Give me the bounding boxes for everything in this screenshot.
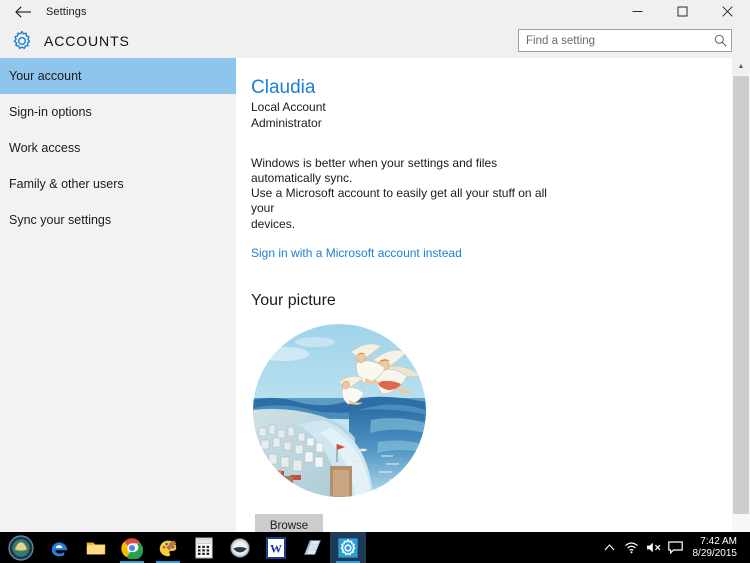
magnifier-icon bbox=[714, 34, 727, 47]
taskbar-item-word[interactable]: W bbox=[258, 532, 294, 563]
clock[interactable]: 7:42 AM 8/29/2015 bbox=[687, 536, 746, 559]
speaker-muted-icon bbox=[646, 542, 660, 553]
sidebar-item-sync-your-settings[interactable]: Sync your settings bbox=[0, 202, 236, 238]
sidebar-item-label: Family & other users bbox=[9, 177, 124, 191]
title-bar: Settings bbox=[0, 0, 750, 23]
window-title: Settings bbox=[46, 5, 87, 18]
word-icon: W bbox=[266, 536, 286, 559]
search-input[interactable] bbox=[519, 30, 709, 51]
gear-icon bbox=[13, 30, 31, 49]
minimize-icon bbox=[632, 11, 643, 12]
back-button[interactable] bbox=[0, 0, 46, 23]
network-button[interactable] bbox=[621, 532, 643, 563]
volume-button[interactable] bbox=[643, 532, 665, 563]
sync-description-line-1: Windows is better when your settings and… bbox=[251, 155, 498, 185]
edge-icon bbox=[51, 541, 68, 556]
wifi-icon bbox=[625, 542, 638, 554]
sidebar: Your account Sign-in options Work access… bbox=[0, 58, 236, 532]
avatar-painting bbox=[253, 323, 426, 497]
account-type: Local Account bbox=[251, 99, 326, 114]
page-header: ACCOUNTS bbox=[0, 23, 750, 58]
sign-in-microsoft-account-link[interactable]: Sign in with a Microsoft account instead bbox=[251, 246, 462, 260]
close-button[interactable] bbox=[705, 0, 750, 23]
sidebar-item-sign-in-options[interactable]: Sign-in options bbox=[0, 94, 236, 130]
taskbar-items: W bbox=[42, 532, 366, 563]
settings-window: Settings ACCOUNTS Find a setting Your ac… bbox=[0, 0, 750, 563]
back-arrow-icon bbox=[14, 5, 31, 18]
taskbar-item-edge[interactable] bbox=[42, 532, 78, 563]
page-title: ACCOUNTS bbox=[44, 32, 130, 49]
taskbar-item-chrome[interactable] bbox=[114, 532, 150, 563]
file-explorer-icon bbox=[86, 542, 106, 554]
start-orb-icon bbox=[8, 534, 34, 561]
sync-description: Windows is better when your settings and… bbox=[251, 156, 563, 232]
scrollbar-thumb[interactable] bbox=[733, 76, 749, 514]
window-controls bbox=[615, 0, 750, 23]
content-scrollbar[interactable]: ▲ bbox=[732, 58, 750, 532]
sidebar-item-label: Your account bbox=[9, 69, 82, 83]
close-icon bbox=[722, 6, 733, 17]
taskbar-item-calculator[interactable] bbox=[186, 532, 222, 563]
maximize-icon bbox=[677, 6, 688, 17]
maximize-button[interactable] bbox=[660, 0, 705, 23]
sidebar-item-label: Sync your settings bbox=[9, 213, 112, 227]
chrome-icon bbox=[121, 537, 143, 559]
settings-gear-wrap bbox=[0, 30, 44, 52]
taskbar-item-paint[interactable] bbox=[150, 532, 186, 563]
taskbar-item-notepad[interactable] bbox=[294, 532, 330, 563]
taskbar-item-clock-app[interactable] bbox=[222, 532, 258, 563]
account-role: Administrator bbox=[251, 115, 322, 130]
taskbar-item-file-explorer[interactable] bbox=[78, 532, 114, 563]
paint-icon bbox=[159, 539, 177, 556]
action-center-button[interactable] bbox=[665, 532, 687, 563]
body-area: Your account Sign-in options Work access… bbox=[0, 58, 750, 532]
clock-time: 7:42 AM bbox=[700, 536, 737, 547]
sidebar-item-family-other-users[interactable]: Family & other users bbox=[0, 166, 236, 202]
search-box[interactable] bbox=[518, 29, 732, 52]
clock-date: 8/29/2015 bbox=[692, 547, 738, 559]
clock-app-icon bbox=[230, 537, 250, 558]
search-icon[interactable] bbox=[709, 34, 731, 47]
action-center-icon bbox=[668, 541, 683, 554]
your-picture-heading: Your picture bbox=[251, 291, 336, 309]
sync-description-line-3: devices. bbox=[251, 216, 296, 231]
sidebar-item-your-account[interactable]: Your account bbox=[0, 58, 236, 94]
browse-button[interactable]: Browse bbox=[255, 513, 323, 532]
avatar[interactable] bbox=[253, 323, 426, 497]
start-button[interactable] bbox=[0, 532, 42, 563]
settings-icon bbox=[338, 537, 358, 558]
notepad-icon bbox=[304, 539, 321, 555]
chevron-up-icon bbox=[604, 544, 615, 551]
sync-description-line-2: Use a Microsoft account to easily get al… bbox=[251, 186, 547, 216]
system-tray: 7:42 AM 8/29/2015 bbox=[599, 532, 750, 563]
sidebar-item-work-access[interactable]: Work access bbox=[0, 130, 236, 166]
show-desktop-button[interactable] bbox=[745, 532, 750, 563]
minimize-button[interactable] bbox=[615, 0, 660, 23]
svg-text:W: W bbox=[270, 541, 282, 555]
content-pane: Claudia Local Account Administrator Wind… bbox=[236, 58, 732, 532]
account-name: Claudia bbox=[251, 77, 316, 98]
taskbar: W 7:42 AM 8/29/2015 bbox=[0, 532, 750, 563]
calculator-icon bbox=[195, 536, 213, 559]
sidebar-item-label: Sign-in options bbox=[9, 105, 92, 119]
scroll-up-button[interactable]: ▲ bbox=[732, 58, 750, 75]
taskbar-item-settings[interactable] bbox=[330, 532, 366, 563]
sidebar-item-label: Work access bbox=[9, 141, 81, 155]
show-hidden-icons-button[interactable] bbox=[599, 532, 621, 563]
